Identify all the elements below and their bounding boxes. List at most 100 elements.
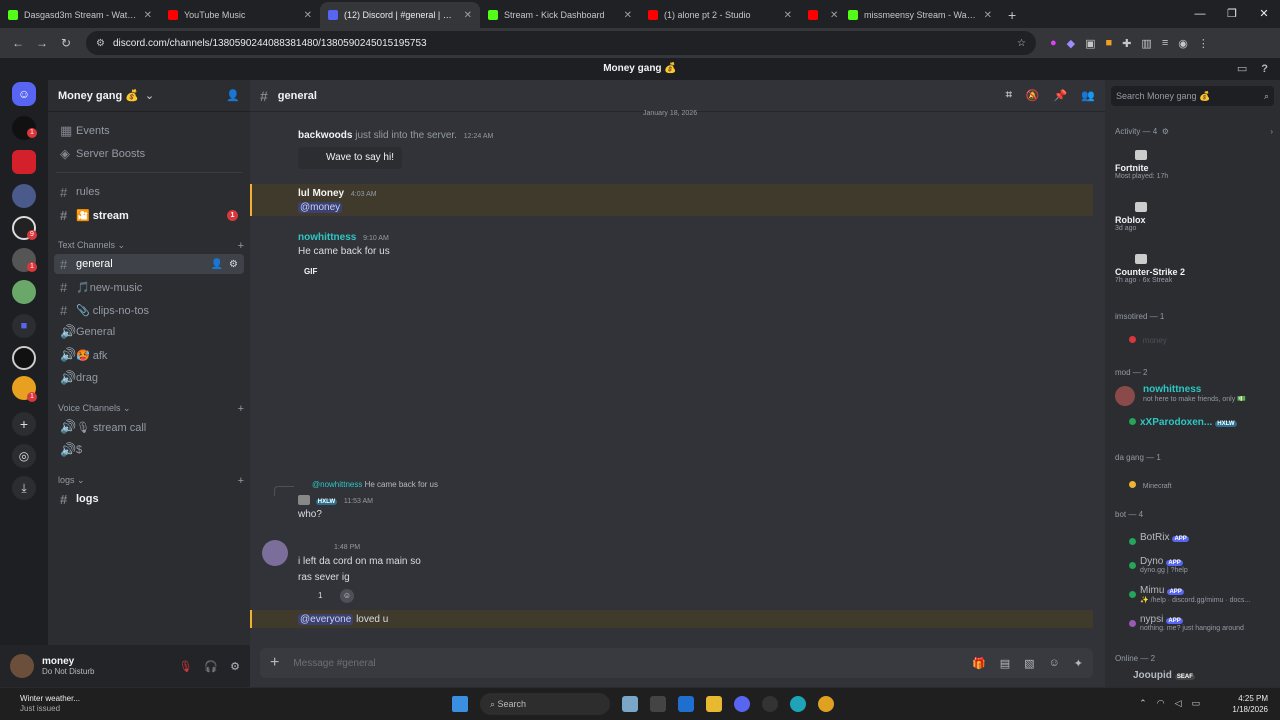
weather-widget[interactable]: Winter weather... Just issued — [20, 694, 80, 714]
add-channel-icon[interactable]: + — [238, 240, 244, 252]
close-tab-icon[interactable]: ✕ — [304, 10, 312, 21]
volume-icon[interactable]: ◁ — [1175, 698, 1182, 709]
channel-item[interactable]: 🔊 General — [54, 322, 244, 342]
extension-icon[interactable]: ● — [1050, 37, 1057, 50]
browser-tab[interactable]: YouTube Music ✕ — [160, 2, 320, 28]
file-explorer-icon[interactable] — [706, 696, 722, 712]
member-item[interactable]: money — [1115, 335, 1275, 346]
user-mention[interactable]: @money — [298, 202, 343, 213]
close-tab-icon[interactable]: ✕ — [464, 10, 472, 21]
headphones-icon[interactable]: 🎧 — [204, 660, 218, 673]
member-item[interactable]: Jooupid SEAF — [1115, 670, 1275, 681]
bookmark-star-icon[interactable]: ☆ — [1017, 38, 1026, 49]
sidebar-icon[interactable]: ▥ — [1141, 37, 1151, 50]
close-tab-icon[interactable]: ✕ — [144, 10, 152, 21]
browser-tab[interactable]: missmeensy Stream - Watch Li... ✕ — [840, 2, 1000, 28]
server-icon[interactable] — [12, 280, 36, 304]
member-item[interactable]: nowhittness not here to make friends, onl… — [1115, 384, 1275, 406]
notification-bell-icon[interactable]: 🔕 — [1026, 89, 1040, 102]
threads-icon[interactable]: ⌗ — [1006, 89, 1012, 102]
gif-icon[interactable]: ▤ — [1000, 657, 1010, 670]
member-item[interactable]: Minecraft — [1115, 480, 1275, 491]
help-icon[interactable]: ? — [1261, 58, 1268, 80]
wave-button[interactable]: Wave to say hi! — [298, 147, 402, 169]
attach-plus-icon[interactable]: + — [270, 654, 279, 672]
voice-channel-item[interactable]: 🔊 $ — [54, 440, 244, 460]
add-server-icon[interactable]: + — [12, 412, 36, 436]
avatar[interactable] — [262, 540, 288, 566]
url-field[interactable]: ⚙ discord.com/channels/13805902440883814… — [86, 31, 1036, 55]
discover-icon[interactable]: ◎ — [12, 444, 36, 468]
category-logs[interactable]: logs ⌄ + — [58, 475, 244, 487]
chrome-icon[interactable] — [818, 696, 834, 712]
server-icon[interactable] — [12, 150, 36, 174]
close-window-icon[interactable]: ✕ — [1248, 0, 1280, 28]
browser-tab[interactable]: (12) Discord | #general | Mone ✕ — [320, 2, 480, 28]
close-tab-icon[interactable]: ✕ — [784, 10, 792, 21]
battery-icon[interactable]: ▭ — [1191, 698, 1200, 709]
gif-embed[interactable]: GIF — [304, 267, 390, 276]
reload-icon[interactable]: ↻ — [54, 36, 78, 50]
channel-item[interactable]: 🔊 drag — [54, 368, 244, 388]
profile-icon[interactable]: ◉ — [1178, 37, 1188, 50]
browser-tab[interactable]: Stream - Kick Dashboard ✕ — [480, 2, 640, 28]
maximize-icon[interactable]: ❐ — [1216, 0, 1248, 28]
invite-icon[interactable]: 👤 — [211, 259, 223, 270]
chevron-up-icon[interactable]: ⌃ — [1139, 698, 1147, 709]
activity-card[interactable]: Counter-Strike 2 7h ago · 6x Streak — [1115, 254, 1275, 284]
add-reaction-icon[interactable]: ☺ — [340, 589, 354, 603]
puzzle-icon[interactable]: ✚ — [1122, 37, 1131, 50]
wifi-icon[interactable]: ◠ — [1157, 698, 1165, 709]
extension-icon[interactable]: ■ — [1106, 37, 1113, 50]
emoji-icon[interactable]: ☺ — [1049, 657, 1060, 670]
sidebar-item-server-boosts[interactable]: ◈ Server Boosts — [54, 144, 244, 164]
apps-icon[interactable]: ✦ — [1074, 657, 1083, 670]
pin-icon[interactable]: 📌 — [1054, 89, 1068, 102]
discord-home-icon[interactable]: ☺ — [12, 82, 36, 106]
edge-icon[interactable] — [790, 696, 806, 712]
download-icon[interactable]: ⤓ — [12, 476, 36, 500]
search-input[interactable]: Search Money gang 💰 ⌕ — [1111, 86, 1274, 106]
message-composer[interactable]: + Message #general 🎁 ▤ ▧ ☺ ✦ — [260, 648, 1093, 678]
windows-start-icon[interactable] — [452, 696, 468, 712]
server-icon[interactable] — [12, 346, 36, 370]
category-text-channels[interactable]: Text Channels ⌄ + — [58, 240, 244, 252]
channel-item[interactable]: # 🎵new-music — [54, 277, 244, 297]
member-item[interactable]: xXParodoxen... HXLW — [1115, 417, 1275, 428]
clock[interactable]: 4:25 PM 1/18/2026 — [1232, 693, 1268, 715]
avatar[interactable] — [10, 654, 34, 678]
activity-card[interactable]: Roblox 3d ago — [1115, 202, 1275, 232]
widgets-icon[interactable] — [622, 696, 638, 712]
channel-stream[interactable]: # 🎦 stream 1 — [54, 205, 244, 225]
message-author[interactable]: backwoods — [298, 130, 352, 141]
store-icon[interactable] — [678, 696, 694, 712]
reply-author[interactable]: @nowhittness — [312, 480, 362, 489]
add-channel-icon[interactable]: + — [238, 475, 244, 487]
new-tab-button[interactable]: + — [1000, 2, 1024, 28]
close-tab-icon[interactable]: ✕ — [984, 10, 992, 21]
mute-mic-icon[interactable]: 🎙 — [178, 660, 192, 673]
browser-tab[interactable]: (1) alone pt 2 - Studio ✕ — [640, 2, 800, 28]
server-icon[interactable] — [12, 184, 36, 208]
bot-member-item[interactable]: Dyno APP dyno.gg | ?help — [1115, 556, 1275, 575]
folder-icon[interactable]: ■ — [12, 314, 36, 338]
channel-item[interactable]: # 📎 clips-no-tos — [54, 300, 244, 320]
close-tab-icon[interactable]: ✕ — [830, 10, 838, 21]
minimize-icon[interactable]: — — [1184, 0, 1216, 28]
avatar[interactable] — [298, 495, 310, 506]
bot-member-item[interactable]: BotRix APP — [1115, 532, 1275, 545]
server-header[interactable]: Money gang 💰 ⌄ 👤 — [48, 80, 250, 112]
gear-icon[interactable]: ⚙ — [229, 259, 238, 270]
channel-item[interactable]: # general 👤 ⚙ — [54, 254, 244, 274]
member-list-icon[interactable]: 👥 — [1081, 89, 1095, 102]
reply-preview[interactable]: @nowhittness He came back for us — [312, 480, 438, 489]
bot-member-item[interactable]: Mimu APP ✨ /help · discord.gg/mimu · docs.… — [1115, 585, 1275, 605]
channel-logs[interactable]: # logs — [54, 489, 244, 509]
app-icon[interactable] — [762, 696, 778, 712]
voice-channel-item[interactable]: 🔊 🎙 stream call — [54, 417, 244, 437]
gear-icon[interactable]: ⚙ — [230, 660, 240, 673]
forward-icon[interactable]: → — [30, 36, 54, 50]
category-voice-channels[interactable]: Voice Channels ⌄ + — [58, 403, 244, 415]
extension-icon[interactable]: ◆ — [1067, 37, 1075, 50]
invite-icon[interactable]: 👤 — [226, 89, 240, 102]
